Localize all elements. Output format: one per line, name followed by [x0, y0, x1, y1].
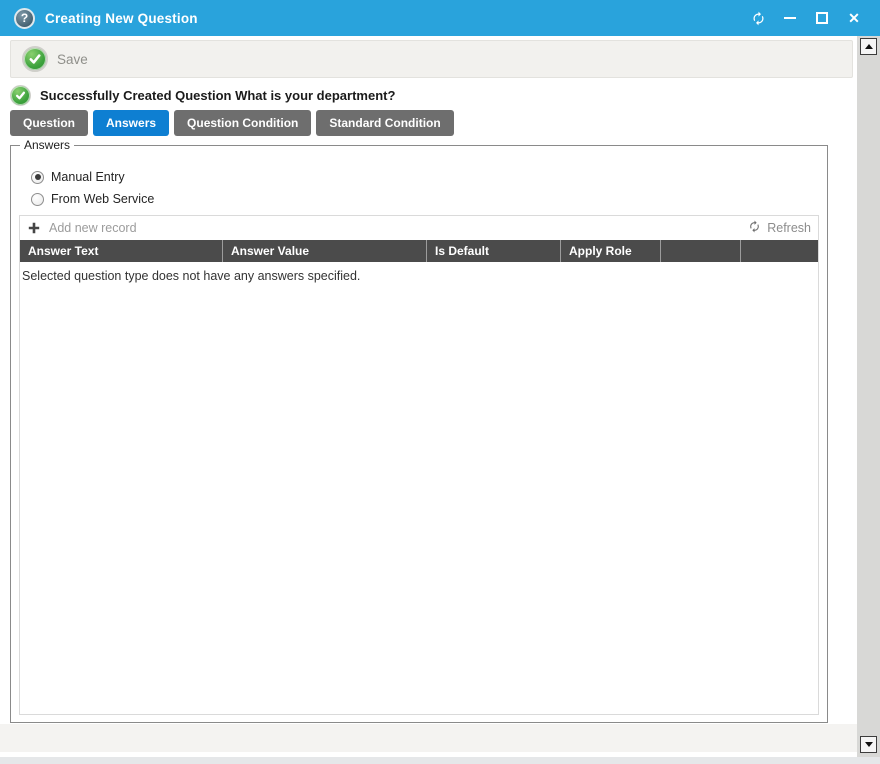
- refresh-icon: [748, 220, 761, 236]
- column-header-empty-2[interactable]: [740, 240, 818, 262]
- window-bottom-edge: [0, 757, 880, 764]
- plus-icon: [28, 222, 40, 234]
- tab-question[interactable]: Question: [10, 110, 88, 136]
- radio-manual-entry[interactable]: Manual Entry: [31, 169, 125, 185]
- radio-from-web-service[interactable]: From Web Service: [31, 191, 154, 207]
- save-button[interactable]: Save: [19, 43, 98, 75]
- dialog-window: ? Creating New Question ✕ Save Succe: [0, 0, 880, 764]
- grid-empty-message: Selected question type does not have any…: [20, 262, 818, 283]
- command-toolbar: Save: [10, 40, 853, 78]
- radio-label: From Web Service: [51, 192, 154, 206]
- vertical-scrollbar[interactable]: [857, 36, 880, 757]
- column-header-answer-text[interactable]: Answer Text: [20, 240, 222, 262]
- triangle-up-icon: [865, 44, 873, 49]
- add-new-record-button[interactable]: Add new record: [28, 221, 137, 235]
- window-refresh-icon[interactable]: [742, 5, 774, 31]
- save-label: Save: [57, 52, 88, 67]
- save-check-icon: [22, 46, 48, 72]
- close-icon[interactable]: ✕: [838, 5, 870, 31]
- radio-label: Manual Entry: [51, 170, 125, 184]
- window-controls: ✕: [742, 5, 880, 31]
- scroll-down-button[interactable]: [860, 736, 877, 753]
- answers-grid: Add new record Refresh Answer Text Answe…: [19, 215, 819, 715]
- minimize-icon[interactable]: [774, 5, 806, 31]
- titlebar: ? Creating New Question ✕: [0, 0, 880, 36]
- radio-selected-icon: [31, 171, 44, 184]
- status-message: Successfully Created Question What is yo…: [40, 88, 395, 103]
- maximize-icon[interactable]: [806, 5, 838, 31]
- tab-question-condition[interactable]: Question Condition: [174, 110, 311, 136]
- status-row: Successfully Created Question What is yo…: [10, 85, 395, 106]
- refresh-button[interactable]: Refresh: [748, 220, 811, 236]
- refresh-label: Refresh: [767, 221, 811, 235]
- help-icon[interactable]: ?: [14, 8, 35, 29]
- column-header-is-default[interactable]: Is Default: [426, 240, 560, 262]
- window-title: Creating New Question: [45, 11, 198, 26]
- tab-answers[interactable]: Answers: [93, 110, 169, 136]
- scroll-up-button[interactable]: [860, 38, 877, 55]
- tab-standard-condition[interactable]: Standard Condition: [316, 110, 453, 136]
- grid-toolbar: Add new record Refresh: [20, 216, 818, 240]
- tab-strip: Question Answers Question Condition Stan…: [10, 110, 454, 136]
- column-header-answer-value[interactable]: Answer Value: [222, 240, 426, 262]
- content-area: Save Successfully Created Question What …: [0, 36, 857, 757]
- column-header-apply-role[interactable]: Apply Role: [560, 240, 660, 262]
- triangle-down-icon: [865, 742, 873, 747]
- column-header-empty-1[interactable]: [660, 240, 740, 262]
- answers-panel-legend: Answers: [20, 138, 74, 152]
- answers-panel: Answers Manual Entry From Web Service Ad…: [10, 145, 828, 723]
- success-check-icon: [10, 85, 31, 106]
- content-footer-area: [0, 724, 857, 752]
- radio-unselected-icon: [31, 193, 44, 206]
- add-new-record-label: Add new record: [49, 221, 137, 235]
- grid-header: Answer Text Answer Value Is Default Appl…: [20, 240, 818, 262]
